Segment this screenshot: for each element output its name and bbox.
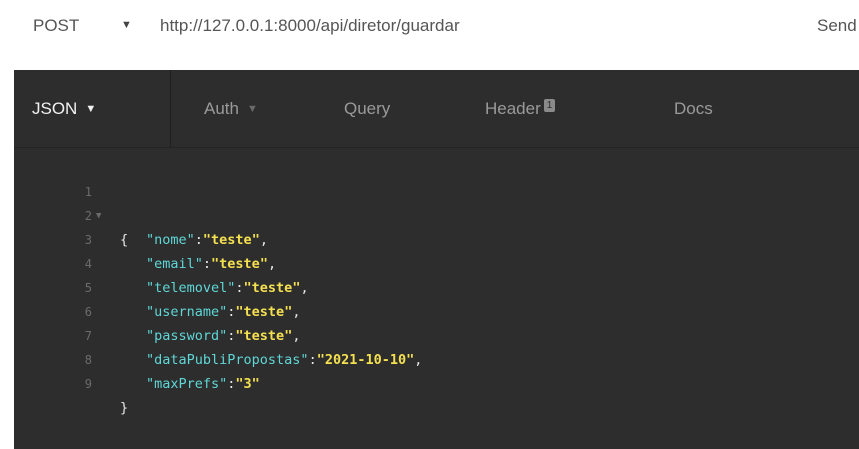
json-value: "teste" <box>235 328 293 344</box>
method-select[interactable]: POST <box>33 16 79 36</box>
json-entry: "email":"teste", <box>146 256 277 272</box>
json-entry: "dataPubliPropostas":"2021-10-10", <box>146 352 423 368</box>
line-number: 5 <box>84 281 92 295</box>
json-entry: "telemovel":"teste", <box>146 280 309 296</box>
json-key: "nome" <box>146 232 195 248</box>
line-number: 4 <box>84 257 92 271</box>
json-value: "teste" <box>235 304 293 320</box>
tab-json-label: JSON <box>32 99 78 118</box>
chevron-down-icon[interactable]: ▼ <box>247 103 258 115</box>
url-input[interactable]: http://127.0.0.1:8000/api/diretor/guarda… <box>160 16 460 36</box>
json-value: "teste" <box>211 256 268 272</box>
tab-query-label: Query <box>344 99 391 118</box>
request-editor-panel: JSON ▼ Auth ▼ Query Header 1 Docs 1 ▼ { 2 "… <box>14 70 859 449</box>
method-dropdown-icon[interactable]: ▼ <box>121 19 132 31</box>
line-number: 9 <box>84 377 92 391</box>
json-key: "dataPubliPropostas" <box>146 352 309 368</box>
line-number: 2 <box>84 209 92 223</box>
fold-toggle-icon[interactable]: ▼ <box>96 204 101 228</box>
code-line: 4 "telemovel":"teste", <box>14 228 309 296</box>
line-number: 1 <box>84 185 92 199</box>
json-value: "teste" <box>243 280 301 296</box>
code-line: 7 "dataPubliPropostas":"2021-10-10", <box>14 300 423 368</box>
json-entry: "password":"teste", <box>146 328 301 344</box>
tab-auth[interactable]: Auth ▼ <box>204 99 258 119</box>
request-url-bar: POST ▼ http://127.0.0.1:8000/api/diretor… <box>0 0 859 56</box>
code-line: 6 "password":"teste", <box>14 276 301 344</box>
tab-divider <box>170 70 171 147</box>
json-entry: "maxPrefs":"3" <box>146 376 260 392</box>
code-line: 9 } <box>14 348 128 416</box>
json-value: "3" <box>235 376 260 392</box>
code-line: 2 "nome":"teste", <box>14 180 268 248</box>
code-line: 1 ▼ { <box>14 156 128 248</box>
json-key: "username" <box>146 304 228 320</box>
json-key: "email" <box>146 256 203 272</box>
code-line: 8 "maxPrefs":"3" <box>14 324 260 392</box>
tab-query[interactable]: Query <box>344 99 390 119</box>
close-brace: } <box>120 400 129 416</box>
line-number: 7 <box>84 329 92 343</box>
tab-header-label: Header <box>485 99 541 118</box>
json-key: "password" <box>146 328 228 344</box>
tab-auth-label: Auth <box>204 99 239 118</box>
code-line: 3 "email":"teste", <box>14 204 276 272</box>
send-button[interactable]: Send <box>817 16 857 36</box>
json-value: "teste" <box>202 232 260 248</box>
request-tabs: JSON ▼ Auth ▼ Query Header 1 Docs <box>14 70 859 148</box>
tab-json[interactable]: JSON ▼ <box>32 99 96 119</box>
tab-docs-label: Docs <box>674 99 713 118</box>
line-number: 6 <box>84 305 92 319</box>
chevron-down-icon[interactable]: ▼ <box>85 103 96 115</box>
json-entry: "nome":"teste", <box>146 232 268 248</box>
code-line: 5 "username":"teste", <box>14 252 301 320</box>
json-key: "maxPrefs" <box>146 376 228 392</box>
open-brace: { <box>120 232 129 248</box>
json-entry: "username":"teste", <box>146 304 301 320</box>
tab-header[interactable]: Header 1 <box>485 99 556 119</box>
tab-docs[interactable]: Docs <box>674 99 713 119</box>
line-number: 3 <box>84 233 92 247</box>
line-number: 8 <box>84 353 92 367</box>
json-value: "2021-10-10" <box>316 352 415 368</box>
json-key: "telemovel" <box>146 280 236 296</box>
header-count-badge: 1 <box>543 99 556 112</box>
